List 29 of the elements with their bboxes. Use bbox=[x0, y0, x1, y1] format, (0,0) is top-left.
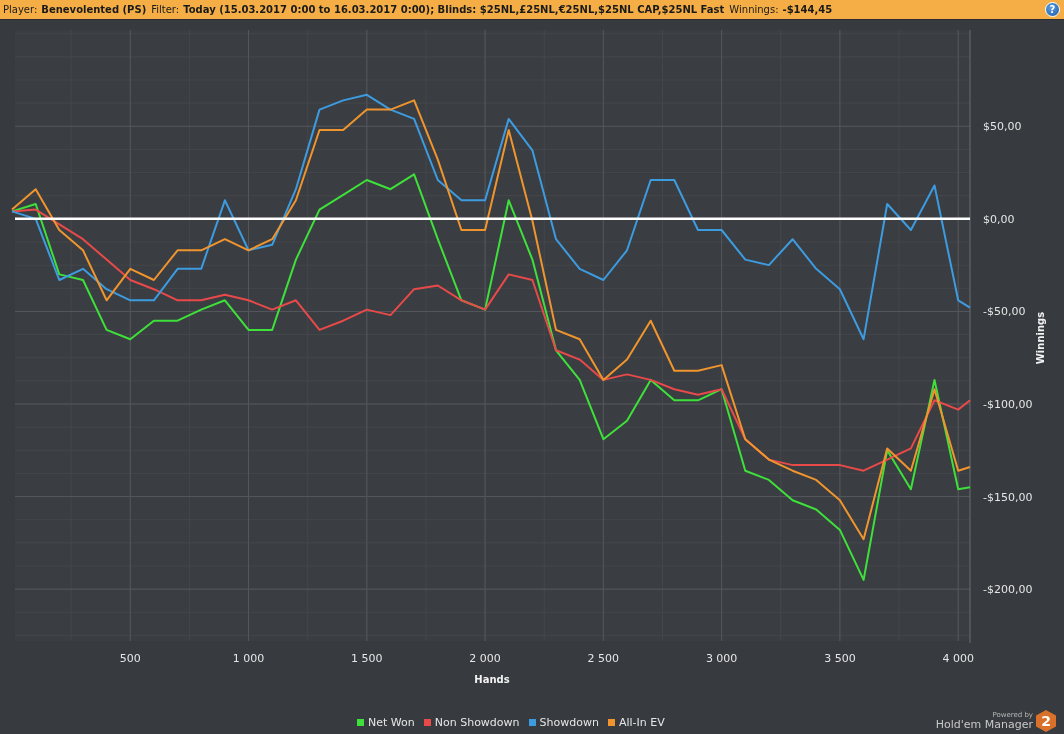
field-value: Today (15.03.2017 0:00 to 16.03.2017 0:00); Blinds: $25NL,£25NL,€25NL,$25NL CAP,$25NL Fast bbox=[183, 4, 725, 15]
legend-label: Net Won bbox=[368, 715, 415, 729]
y-tick-label: -$150,00 bbox=[983, 490, 1033, 504]
x-tick-label: 2 500 bbox=[587, 652, 620, 665]
y-tick-label: -$100,00 bbox=[983, 398, 1033, 411]
x-tick-label: 2 000 bbox=[469, 652, 501, 665]
version-badge: 2 bbox=[1036, 710, 1056, 732]
help-button[interactable]: ? bbox=[1045, 2, 1060, 17]
product-name: Hold'em Manager bbox=[935, 719, 1033, 730]
y-tick-label: $0,00 bbox=[983, 212, 1015, 226]
x-tick-label: 1 500 bbox=[351, 652, 383, 665]
field-value: -$144,45 bbox=[782, 4, 833, 15]
x-tick-label: 3 500 bbox=[824, 652, 856, 665]
field-label: Filter: bbox=[151, 4, 180, 15]
y-tick-label: -$200,00 bbox=[983, 583, 1033, 597]
x-tick-label: 500 bbox=[119, 652, 141, 665]
field-label: Player: bbox=[3, 4, 38, 15]
field-label: Winnings: bbox=[729, 4, 779, 15]
x-tick-label: 1 000 bbox=[232, 652, 265, 665]
x-tick-label: 4 000 bbox=[942, 652, 974, 665]
legend-label: Non Showdown bbox=[434, 715, 520, 729]
legend-label: Showdown bbox=[539, 715, 599, 729]
field-value: Benevolented (PS) bbox=[41, 4, 147, 15]
legend-label: All-In EV bbox=[618, 715, 665, 729]
x-axis-title: Hands bbox=[474, 674, 510, 685]
x-tick-label: 3 000 bbox=[705, 652, 738, 665]
y-tick-label: -$50,00 bbox=[983, 305, 1026, 319]
y-axis-title: Winnings bbox=[1035, 311, 1046, 365]
y-tick-label: $50,00 bbox=[983, 120, 1022, 134]
